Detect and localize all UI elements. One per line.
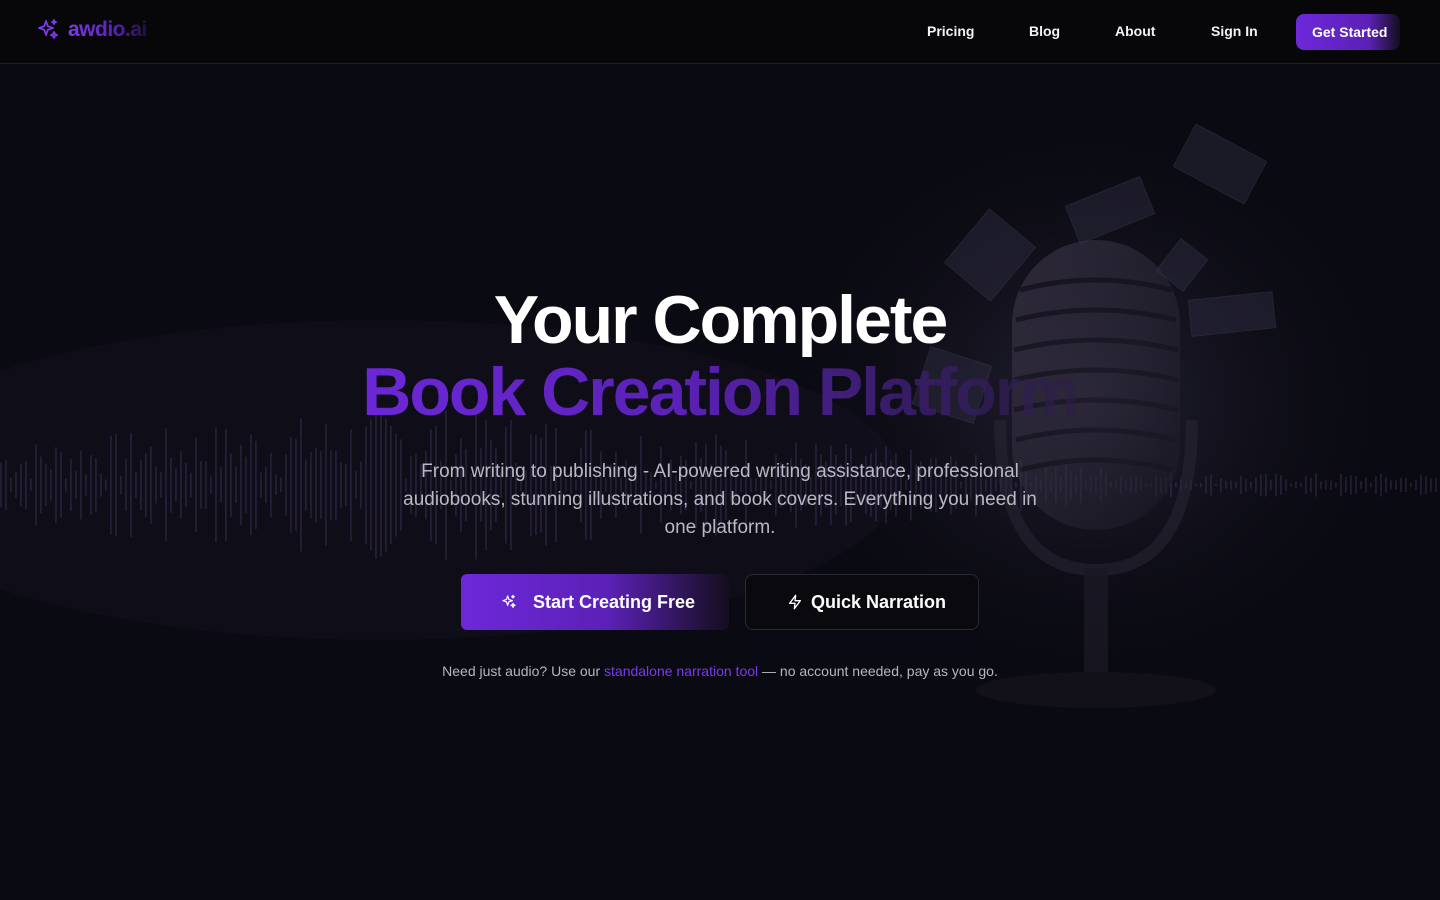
nav-link-sign-in[interactable]: Sign In	[1211, 23, 1258, 39]
nav-link-pricing[interactable]: Pricing	[927, 23, 974, 39]
hero-subtitle: From writing to publishing - AI-powered …	[403, 461, 1037, 538]
quick-narration-button[interactable]: Quick Narration	[745, 574, 979, 630]
quick-narration-label: Quick Narration	[811, 591, 947, 612]
standalone-narration-link[interactable]: standalone narration tool	[604, 663, 758, 679]
note-suffix: — no account needed, pay as you go.	[758, 663, 998, 679]
hero-title-highlight: Book Creation Platform	[340, 354, 1100, 430]
get-started-button[interactable]: Get Started	[1296, 14, 1400, 50]
hero-title: Your Complete	[493, 282, 949, 358]
site-header: awdio.ai Pricing Blog About Sign In Get …	[0, 0, 1440, 64]
brand-logo[interactable]: awdio.ai	[36, 18, 156, 42]
note-prefix: Need just audio? Use our	[442, 663, 605, 679]
nav-link-about[interactable]: About	[1115, 23, 1155, 39]
lightning-icon	[789, 594, 801, 610]
start-creating-free-button[interactable]: Start Creating Free	[461, 574, 729, 630]
nav-link-blog[interactable]: Blog	[1029, 23, 1060, 39]
start-creating-free-label: Start Creating Free	[533, 591, 696, 612]
sparkles-icon	[38, 19, 58, 39]
brand-name: awdio.ai	[68, 18, 156, 42]
standalone-tool-note: Need just audio? Use our standalone narr…	[0, 663, 1440, 679]
hero-section: Your Complete Book Creation Platform Fro…	[0, 64, 1440, 900]
sparkles-icon	[502, 594, 516, 608]
